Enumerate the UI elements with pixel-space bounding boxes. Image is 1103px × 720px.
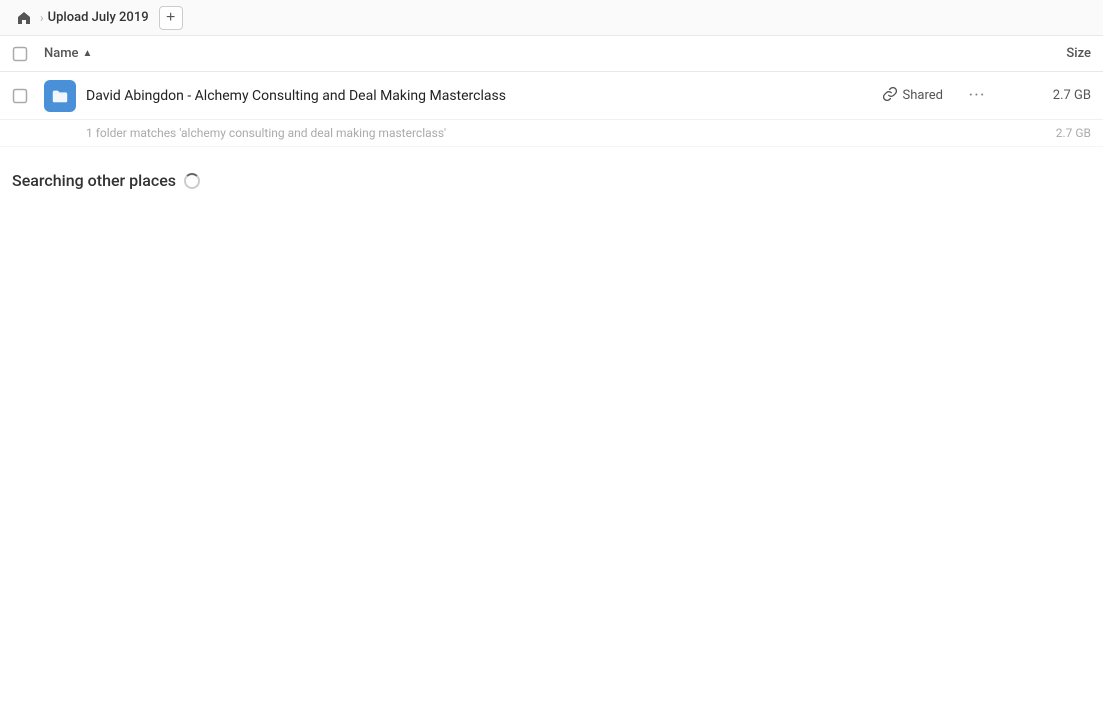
more-options-button[interactable]: ··· <box>963 82 991 110</box>
add-button[interactable]: + <box>159 6 183 30</box>
column-headers: Name ▲ Size <box>0 36 1103 72</box>
match-info-row: 1 folder matches 'alchemy consulting and… <box>0 120 1103 147</box>
match-size: 2.7 GB <box>1011 126 1091 140</box>
searching-label: Searching other places <box>12 171 176 190</box>
link-icon <box>883 87 897 105</box>
searching-section: Searching other places <box>0 147 1103 202</box>
breadcrumb-current-folder[interactable]: Upload July 2019 <box>48 10 149 25</box>
folder-icon <box>44 80 76 112</box>
row-checkbox[interactable] <box>12 88 44 104</box>
column-name-header[interactable]: Name ▲ <box>44 46 1011 61</box>
file-size: 2.7 GB <box>1011 88 1091 103</box>
file-row[interactable]: David Abingdon - Alchemy Consulting and … <box>0 72 1103 120</box>
shared-badge: Shared <box>903 88 943 103</box>
home-button[interactable] <box>12 6 36 30</box>
header-checkbox[interactable] <box>12 46 44 62</box>
column-size-header[interactable]: Size <box>1011 46 1091 61</box>
match-text: 1 folder matches 'alchemy consulting and… <box>86 126 1011 140</box>
file-name: David Abingdon - Alchemy Consulting and … <box>86 88 883 104</box>
breadcrumb-bar: › Upload July 2019 + <box>0 0 1103 36</box>
shared-area: Shared <box>883 87 943 105</box>
breadcrumb-separator: › <box>40 11 44 25</box>
loading-spinner <box>184 173 200 189</box>
sort-arrow-icon: ▲ <box>83 48 93 59</box>
